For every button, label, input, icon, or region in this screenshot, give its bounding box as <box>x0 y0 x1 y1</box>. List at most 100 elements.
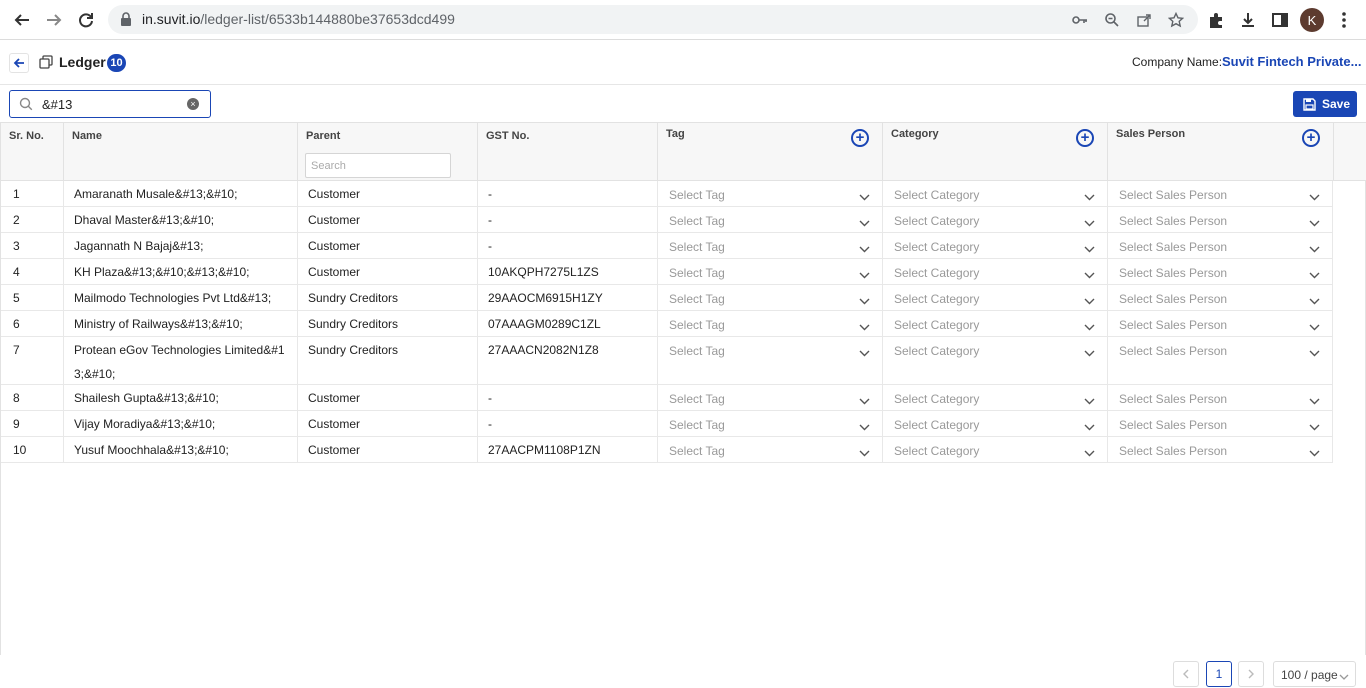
category-select[interactable]: Select Category <box>894 184 1095 204</box>
add-tag-plus-icon[interactable]: + <box>851 129 869 147</box>
add-category-plus-icon[interactable]: + <box>1076 129 1094 147</box>
category-select[interactable]: Select Category <box>894 340 1095 360</box>
category-select[interactable]: Select Category <box>894 288 1095 308</box>
clear-search-icon[interactable]: × <box>187 98 199 110</box>
column-header-name[interactable]: Name <box>64 123 298 181</box>
cell-name: Shailesh Gupta&#13;&#10; <box>64 385 298 410</box>
cell-name: Vijay Moradiya&#13;&#10; <box>64 411 298 436</box>
chevron-down-icon <box>1084 394 1095 408</box>
key-icon[interactable] <box>1070 10 1090 30</box>
tag-select[interactable]: Select Tag <box>669 414 870 434</box>
pagination-next-button[interactable] <box>1238 661 1264 687</box>
star-icon[interactable] <box>1166 10 1186 30</box>
address-bar[interactable]: in.suvit.io/ledger-list/6533b144880be376… <box>108 5 1198 34</box>
ledger-search-box[interactable]: × <box>9 90 211 118</box>
table-row: 9 Vijay Moradiya&#13;&#10; Customer - Se… <box>1 411 1333 437</box>
category-select[interactable]: Select Category <box>894 262 1095 282</box>
column-header-sr-no: Sr. No. <box>1 123 64 181</box>
chevron-down-icon <box>1339 670 1349 684</box>
side-panel-icon[interactable] <box>1269 9 1291 31</box>
pagination-prev-button[interactable] <box>1173 661 1199 687</box>
cell-gst: - <box>478 207 658 232</box>
reload-icon[interactable] <box>74 8 98 32</box>
chevron-down-icon <box>1309 320 1320 334</box>
chevron-down-icon <box>1309 446 1320 460</box>
cell-category: Select Category <box>883 285 1108 310</box>
tag-select[interactable]: Select Tag <box>669 440 870 460</box>
column-header-category: Category + <box>883 123 1108 181</box>
cell-category: Select Category <box>883 385 1108 410</box>
cell-tag: Select Tag <box>658 411 883 436</box>
sales-person-select[interactable]: Select Sales Person <box>1119 288 1320 308</box>
chevron-down-icon <box>1309 294 1320 308</box>
sales-person-select[interactable]: Select Sales Person <box>1119 440 1320 460</box>
share-icon[interactable] <box>1134 10 1154 30</box>
sales-person-select[interactable]: Select Sales Person <box>1119 388 1320 408</box>
cell-sales-person: Select Sales Person <box>1108 285 1333 310</box>
tag-select[interactable]: Select Tag <box>669 210 870 230</box>
tag-select[interactable]: Select Tag <box>669 388 870 408</box>
ledger-table: Sr. No. Name Parent GST No. Tag + Catego… <box>0 122 1366 655</box>
tag-select[interactable]: Select Tag <box>669 184 870 204</box>
cell-name: KH Plaza&#13;&#10;&#13;&#10; <box>64 259 298 284</box>
parent-search-input[interactable] <box>305 153 451 178</box>
cell-gst: 27AACPM1108P1ZN <box>478 437 658 462</box>
cell-name: Yusuf Moochhala&#13;&#10; <box>64 437 298 462</box>
download-icon[interactable] <box>1237 9 1259 31</box>
search-icon <box>19 97 33 116</box>
sales-person-select[interactable]: Select Sales Person <box>1119 340 1320 360</box>
cell-gst: - <box>478 411 658 436</box>
cell-name: Ministry of Railways&#13;&#10; <box>64 311 298 336</box>
app-header: Ledger 10 Company Name: Suvit Fintech Pr… <box>0 41 1366 85</box>
back-button[interactable] <box>9 53 29 73</box>
category-select[interactable]: Select Category <box>894 440 1095 460</box>
cell-sr-no: 10 <box>1 437 64 462</box>
category-select[interactable]: Select Category <box>894 314 1095 334</box>
save-button[interactable]: Save <box>1293 91 1357 117</box>
sales-person-select[interactable]: Select Sales Person <box>1119 314 1320 334</box>
back-arrow-icon[interactable] <box>10 8 34 32</box>
company-name-value[interactable]: Suvit Fintech Private... <box>1222 54 1361 69</box>
sales-person-select[interactable]: Select Sales Person <box>1119 236 1320 256</box>
cell-parent: Customer <box>298 233 478 258</box>
cell-category: Select Category <box>883 411 1108 436</box>
sales-person-select[interactable]: Select Sales Person <box>1119 210 1320 230</box>
tag-select[interactable]: Select Tag <box>669 340 870 360</box>
tag-select[interactable]: Select Tag <box>669 288 870 308</box>
page-size-select[interactable]: 100 / page <box>1273 661 1356 687</box>
sales-person-select[interactable]: Select Sales Person <box>1119 184 1320 204</box>
cell-gst: 27AAACN2082N1Z8 <box>478 337 658 384</box>
chevron-down-icon <box>859 320 870 334</box>
category-select[interactable]: Select Category <box>894 414 1095 434</box>
sales-person-select[interactable]: Select Sales Person <box>1119 414 1320 434</box>
cell-tag: Select Tag <box>658 337 883 384</box>
pagination-page-1[interactable]: 1 <box>1206 661 1232 687</box>
tag-select[interactable]: Select Tag <box>669 314 870 334</box>
cell-sales-person: Select Sales Person <box>1108 207 1333 232</box>
avatar[interactable]: K <box>1300 8 1324 32</box>
cell-parent: Sundry Creditors <box>298 311 478 336</box>
chevron-down-icon <box>859 294 870 308</box>
tag-select[interactable]: Select Tag <box>669 262 870 282</box>
category-select[interactable]: Select Category <box>894 388 1095 408</box>
sales-person-select[interactable]: Select Sales Person <box>1119 262 1320 282</box>
add-sales-person-plus-icon[interactable]: + <box>1302 129 1320 147</box>
cell-sales-person: Select Sales Person <box>1108 437 1333 462</box>
zoom-icon[interactable] <box>1102 10 1122 30</box>
kebab-menu-icon[interactable] <box>1333 9 1355 31</box>
cell-sr-no: 8 <box>1 385 64 410</box>
chevron-down-icon <box>1309 420 1320 434</box>
cell-sales-person: Select Sales Person <box>1108 259 1333 284</box>
lock-icon <box>120 12 132 31</box>
chevron-down-icon <box>859 394 870 408</box>
category-select[interactable]: Select Category <box>894 236 1095 256</box>
search-input[interactable] <box>42 95 182 113</box>
ledger-copy-icon <box>39 55 53 74</box>
chevron-down-icon <box>1309 242 1320 256</box>
chevron-down-icon <box>859 190 870 204</box>
extensions-icon[interactable] <box>1205 9 1227 31</box>
table-row: 2 Dhaval Master&#13;&#10; Customer - Sel… <box>1 207 1333 233</box>
tag-select[interactable]: Select Tag <box>669 236 870 256</box>
forward-arrow-icon[interactable] <box>42 8 66 32</box>
category-select[interactable]: Select Category <box>894 210 1095 230</box>
